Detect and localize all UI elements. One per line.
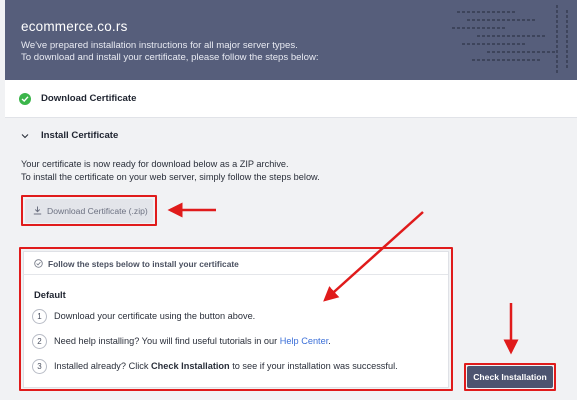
annotation-box-check	[464, 363, 556, 391]
chevron-down-icon[interactable]	[21, 132, 29, 140]
annotation-box-download	[21, 195, 157, 226]
header-description: We've prepared installation instructions…	[21, 40, 319, 64]
domain-title: ecommerce.co.rs	[21, 19, 128, 34]
step-install-certificate: Install Certificate Your certificate is …	[5, 118, 577, 400]
decorative-pattern-icon	[452, 5, 568, 75]
ssl-install-page: ecommerce.co.rs We've prepared installat…	[5, 0, 577, 400]
step-download-certificate[interactable]: Download Certificate	[5, 80, 577, 118]
header-banner: ecommerce.co.rs We've prepared installat…	[5, 0, 577, 80]
annotation-box-instructions	[19, 247, 453, 391]
intro-line-2: To install the certificate on your web s…	[21, 172, 320, 182]
step-download-label: Download Certificate	[41, 93, 137, 104]
intro-line-1: Your certificate is now ready for downlo…	[21, 159, 289, 169]
header-desc-line-1: We've prepared installation instructions…	[21, 40, 298, 51]
header-desc-line-2: To download and install your certificate…	[21, 52, 319, 63]
step-install-label[interactable]: Install Certificate	[41, 130, 118, 141]
check-circle-icon	[19, 93, 31, 105]
install-intro: Your certificate is now ready for downlo…	[21, 158, 320, 184]
